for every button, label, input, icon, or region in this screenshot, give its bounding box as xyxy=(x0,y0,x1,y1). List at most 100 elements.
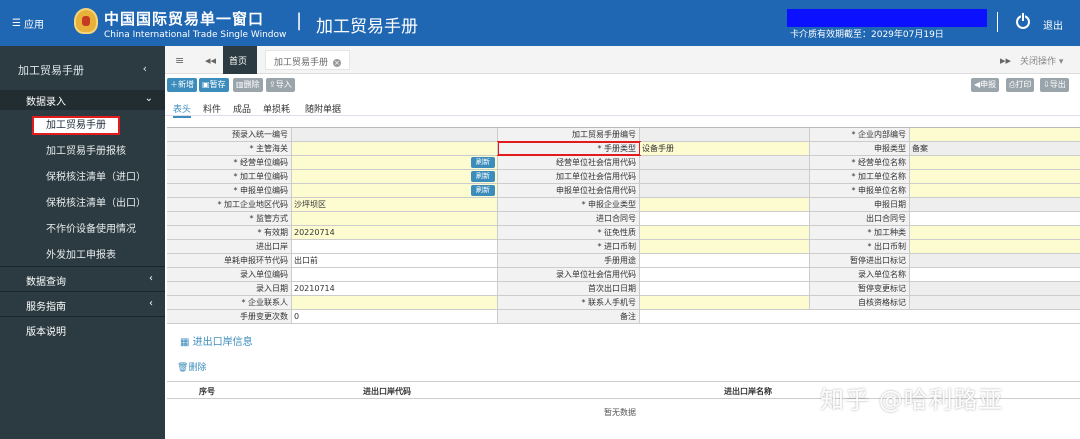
tab-manual[interactable]: 加工贸易手册 × xyxy=(265,50,350,70)
first-export-date-field[interactable] xyxy=(640,282,810,295)
sidebar-item-manual-verify[interactable]: 加工贸易手册报核 xyxy=(0,136,165,162)
consumption-stage-field[interactable]: 出口前 xyxy=(292,254,498,267)
save-draft-button[interactable]: ▣暂存 xyxy=(199,78,229,92)
processor-credit-code-field[interactable] xyxy=(640,170,810,183)
app-menu-button[interactable]: ☰ 应用 xyxy=(12,16,44,31)
ports-delete-button[interactable]: 🗑删除 xyxy=(177,360,206,373)
operator-code-field[interactable]: 刷新 xyxy=(292,156,498,169)
sidebar-group-query[interactable]: 数据查询 ‹ xyxy=(0,266,165,291)
pre-entry-no-field[interactable] xyxy=(292,128,498,141)
entry-unit-name-field[interactable] xyxy=(910,268,1080,281)
tab-scroll-left-icon[interactable]: ◂◂ xyxy=(205,54,216,67)
refresh-button[interactable]: 刷新 xyxy=(471,185,495,196)
field-label: 加工贸易手册编号 xyxy=(498,128,640,141)
contact-person-field[interactable] xyxy=(292,296,498,309)
sidebar-group-guide[interactable]: 服务指南 ‹ xyxy=(0,291,165,316)
field-label: 单耗申报环节代码 xyxy=(167,254,292,267)
table-icon: ▦ xyxy=(180,337,190,348)
subtab-attachments[interactable]: 随附单据 xyxy=(305,102,341,115)
close-operations-menu[interactable]: 关闭操作 ▾ xyxy=(1020,54,1063,67)
menu-toggle-icon[interactable]: ≡ xyxy=(175,54,184,67)
entry-unit-code-field[interactable] xyxy=(292,268,498,281)
declarant-code-field[interactable]: 刷新 xyxy=(292,184,498,197)
power-icon[interactable] xyxy=(1016,12,1030,29)
entry-date-field[interactable]: 20210714 xyxy=(292,282,498,295)
field-label: 加工单位社会信用代码 xyxy=(498,170,640,183)
form-row: * 有效期 20220714 * 征免性质 * 加工种类 xyxy=(167,226,1080,240)
change-count-field[interactable]: 0 xyxy=(292,310,498,323)
manual-no-field[interactable] xyxy=(640,128,810,141)
tab-home[interactable]: 首页 xyxy=(223,46,257,74)
sidebar-module-title[interactable]: 加工贸易手册 ‹ xyxy=(0,46,165,90)
remark-field[interactable] xyxy=(640,310,1080,323)
page-title: 加工贸易手册 xyxy=(316,17,418,37)
port-field[interactable] xyxy=(292,240,498,253)
field-label: * 主管海关 xyxy=(167,142,292,155)
declare-date-field[interactable] xyxy=(910,198,1080,211)
sidebar-item-equipment-usage[interactable]: 不作价设备使用情况 xyxy=(0,214,165,240)
export-currency-field[interactable] xyxy=(910,240,1080,253)
delete-button[interactable]: ▥删除 xyxy=(233,78,263,92)
field-label: * 联系人手机号 xyxy=(498,296,640,309)
empty-state: 暂无数据 xyxy=(604,408,636,417)
internal-no-field[interactable] xyxy=(910,128,1080,141)
sidebar: 加工贸易手册 ‹ 数据录入 ⌄ 加工贸易手册 加工贸易手册报核 保税核注清单（进… xyxy=(0,46,165,439)
tax-nature-field[interactable] xyxy=(640,226,810,239)
print-button[interactable]: ⎙打印 xyxy=(1006,78,1035,92)
refresh-button[interactable]: 刷新 xyxy=(471,171,495,182)
customs-field[interactable] xyxy=(292,142,498,155)
declare-button[interactable]: ◀申报 xyxy=(971,78,1000,92)
processing-type-field[interactable] xyxy=(910,226,1080,239)
operator-name-field[interactable] xyxy=(910,156,1080,169)
valid-date-field[interactable]: 20220714 xyxy=(292,226,498,239)
processor-code-field[interactable]: 刷新 xyxy=(292,170,498,183)
entry-unit-credit-field[interactable] xyxy=(640,268,810,281)
logout-button[interactable]: 退出 xyxy=(1043,17,1063,32)
sidebar-item-bonded-export[interactable]: 保税核注清单（出口） xyxy=(0,188,165,214)
operator-credit-code-field[interactable] xyxy=(640,156,810,169)
self-audit-flag-field[interactable] xyxy=(910,296,1080,309)
sidebar-group-version[interactable]: 版本说明 xyxy=(0,316,165,341)
subtab-materials[interactable]: 料件 xyxy=(203,102,221,115)
column-header[interactable]: 进出口岸代码 xyxy=(363,386,411,397)
chevron-left-icon: ‹ xyxy=(142,62,147,75)
sidebar-item-outsource[interactable]: 外发加工申报表 xyxy=(0,240,165,266)
sidebar-item-manual[interactable]: 加工贸易手册 xyxy=(0,110,165,136)
column-header[interactable]: 序号 xyxy=(199,386,215,397)
pause-io-flag-field[interactable] xyxy=(910,254,1080,267)
declare-type-field[interactable]: 备案 xyxy=(910,142,1080,155)
declarant-credit-code-field[interactable] xyxy=(640,184,810,197)
import-currency-field[interactable] xyxy=(640,240,810,253)
enterprise-type-field[interactable] xyxy=(640,198,810,211)
contact-phone-field[interactable] xyxy=(640,296,810,309)
top-header: ☰ 应用 中国国际贸易单一窗口 China International Trad… xyxy=(0,0,1080,46)
refresh-button[interactable]: 刷新 xyxy=(471,157,495,168)
field-label: 录入单位名称 xyxy=(810,268,910,281)
field-label: * 加工种类 xyxy=(810,226,910,239)
field-label: 录入日期 xyxy=(167,282,292,295)
subtab-consumption[interactable]: 单损耗 xyxy=(263,102,290,115)
subtab-header[interactable]: 表头 xyxy=(173,102,192,118)
import-button[interactable]: ⇪导入 xyxy=(266,78,295,92)
column-header[interactable]: 进出口岸名称 xyxy=(724,386,772,397)
processor-name-field[interactable] xyxy=(910,170,1080,183)
region-code-field[interactable]: 沙坪坝区 xyxy=(292,198,498,211)
export-button[interactable]: ⇩导出 xyxy=(1040,78,1069,92)
sidebar-item-bonded-import[interactable]: 保税核注清单（进口） xyxy=(0,162,165,188)
field-label: 录入单位编码 xyxy=(167,268,292,281)
supervision-mode-field[interactable] xyxy=(292,212,498,225)
sidebar-group-entry[interactable]: 数据录入 ⌄ xyxy=(0,90,165,110)
pause-change-flag-field[interactable] xyxy=(910,282,1080,295)
manual-type-field[interactable]: 设备手册 xyxy=(640,142,810,155)
manual-usage-field[interactable] xyxy=(640,254,810,267)
add-button[interactable]: ＋新增 xyxy=(167,78,197,92)
close-icon[interactable]: × xyxy=(332,59,341,67)
field-label: 手册变更次数 xyxy=(167,310,292,323)
subtab-products[interactable]: 成品 xyxy=(233,102,251,115)
import-contract-field[interactable] xyxy=(640,212,810,225)
export-contract-field[interactable] xyxy=(910,212,1080,225)
declarant-name-field[interactable] xyxy=(910,184,1080,197)
form-row: * 监管方式 进口合同号 出口合同号 xyxy=(167,212,1080,226)
form-row: * 加工企业地区代码 沙坪坝区 * 申报企业类型 申报日期 xyxy=(167,198,1080,212)
tab-scroll-right-icon[interactable]: ▸▸ xyxy=(1000,54,1011,67)
